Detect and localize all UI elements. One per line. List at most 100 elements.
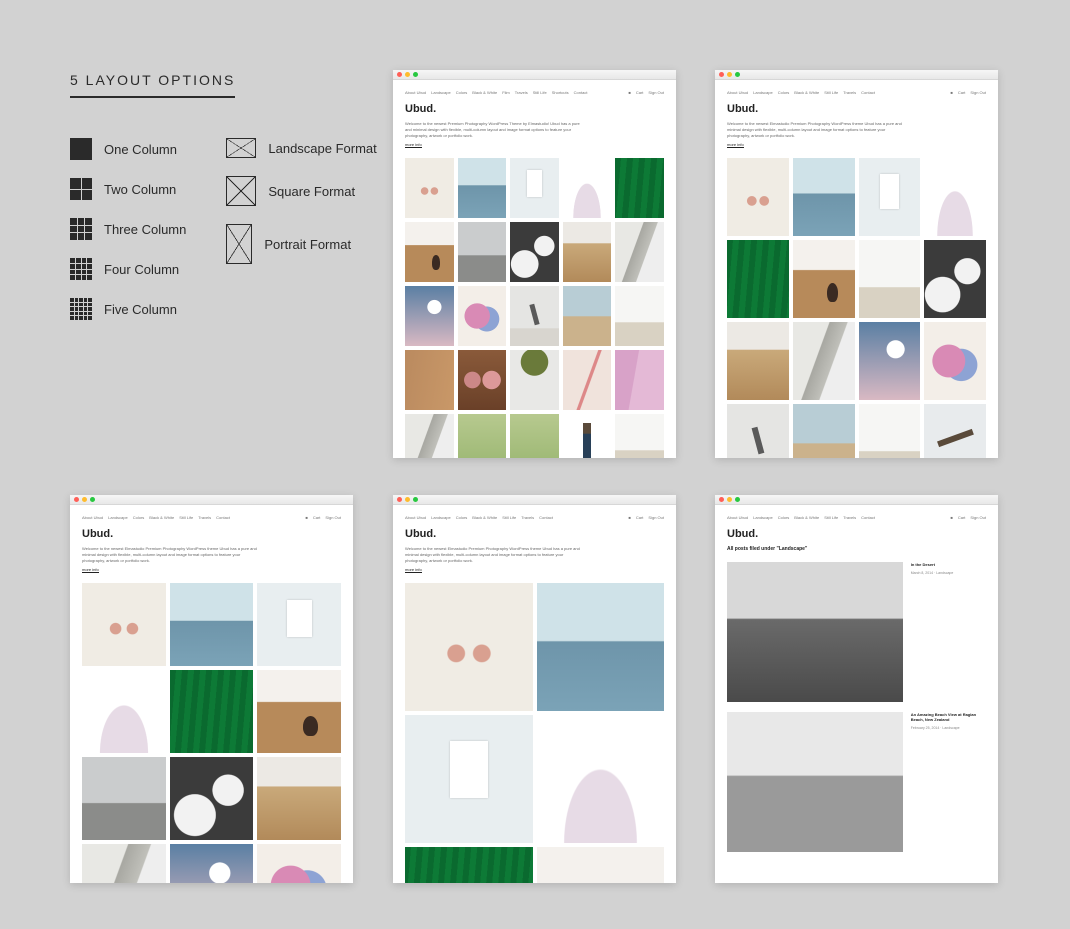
legend-one-column: One Column xyxy=(70,138,186,160)
thumbnail[interactable] xyxy=(859,158,921,236)
site-nav[interactable]: About UbudLandscapeColorsBlack & WhiteSt… xyxy=(405,515,553,520)
thumbnail[interactable] xyxy=(405,350,454,410)
thumbnail[interactable] xyxy=(458,286,507,346)
thumbnail[interactable] xyxy=(537,847,665,883)
thumbnail[interactable] xyxy=(615,222,664,282)
thumbnail[interactable] xyxy=(82,844,166,883)
thumbnail[interactable] xyxy=(170,844,254,883)
thumbnail[interactable] xyxy=(257,670,341,753)
thumbnail[interactable] xyxy=(405,414,454,458)
post-image[interactable] xyxy=(727,712,903,852)
window-chrome xyxy=(70,495,353,505)
window-chrome xyxy=(393,495,676,505)
thumbnail[interactable] xyxy=(170,757,254,840)
thumbnail[interactable] xyxy=(727,404,789,458)
thumbnail[interactable] xyxy=(170,583,254,666)
thumbnail[interactable] xyxy=(82,583,166,666)
site-actions[interactable]: ■ CartSign Out xyxy=(950,90,986,95)
thumbnail[interactable] xyxy=(170,670,254,753)
thumbnail[interactable] xyxy=(615,414,664,458)
intro-text: Welcome to the newest Premium Photograph… xyxy=(405,121,586,139)
legend-portrait: Portrait Format xyxy=(226,224,376,264)
post-meta: March 8, 2014 · Landscape xyxy=(911,571,986,575)
thumbnail[interactable] xyxy=(615,286,664,346)
thumbnail[interactable] xyxy=(859,322,921,400)
preview-one-column: About UbudLandscapeColorsBlack & WhiteSt… xyxy=(715,495,998,883)
thumbnail[interactable] xyxy=(727,158,789,236)
thumbnail[interactable] xyxy=(859,240,921,318)
thumbnail[interactable] xyxy=(405,847,533,883)
thumbnail[interactable] xyxy=(510,158,559,218)
four-column-icon xyxy=(70,258,92,280)
legend-two-column: Two Column xyxy=(70,178,186,200)
thumbnail[interactable] xyxy=(793,404,855,458)
site-actions[interactable]: ■ CartSign Out xyxy=(628,90,664,95)
thumbnail[interactable] xyxy=(405,222,454,282)
site-actions[interactable]: ■ CartSign Out xyxy=(305,515,341,520)
five-column-icon xyxy=(70,298,92,320)
thumbnail[interactable] xyxy=(537,715,665,843)
thumbnail[interactable] xyxy=(510,286,559,346)
post-meta: February 25, 2014 · Landscape xyxy=(911,726,986,730)
window-chrome xyxy=(393,70,676,80)
more-link[interactable]: more info xyxy=(82,567,99,573)
thumbnail[interactable] xyxy=(405,715,533,843)
thumbnail[interactable] xyxy=(405,158,454,218)
thumbnail[interactable] xyxy=(510,222,559,282)
more-link[interactable]: more info xyxy=(727,142,744,148)
legend-five-column: Five Column xyxy=(70,298,186,320)
thumbnail[interactable] xyxy=(510,414,559,458)
site-nav[interactable]: About UbudLandscapeColorsBlack & WhiteSt… xyxy=(727,90,875,95)
thumbnail[interactable] xyxy=(458,350,507,410)
thumbnail[interactable] xyxy=(257,757,341,840)
layout-legend: 5 LAYOUT OPTIONS One Column Two Column T… xyxy=(70,72,377,320)
site-nav[interactable]: About UbudLandscapeColorsBlack & WhiteSt… xyxy=(82,515,230,520)
thumbnail[interactable] xyxy=(458,158,507,218)
thumbnail[interactable] xyxy=(537,583,665,711)
thumbnail[interactable] xyxy=(615,350,664,410)
more-link[interactable]: more info xyxy=(405,142,422,148)
post-item[interactable]: An Amazing Beach View at Raglan Beach, N… xyxy=(727,712,986,852)
thumbnail[interactable] xyxy=(82,670,166,753)
thumbnail[interactable] xyxy=(924,404,986,458)
legend-square: Square Format xyxy=(226,176,376,206)
thumbnail[interactable] xyxy=(563,222,612,282)
site-actions[interactable]: ■ CartSign Out xyxy=(950,515,986,520)
thumbnail[interactable] xyxy=(793,240,855,318)
thumbnail[interactable] xyxy=(615,158,664,218)
thumbnail[interactable] xyxy=(793,322,855,400)
site-nav[interactable]: About UbudLandscapeColorsBlack & WhiteFi… xyxy=(405,90,587,95)
thumbnail[interactable] xyxy=(563,158,612,218)
thumbnail[interactable] xyxy=(257,583,341,666)
thumbnail[interactable] xyxy=(859,404,921,458)
thumbnail[interactable] xyxy=(924,158,986,236)
thumbnail[interactable] xyxy=(563,414,612,458)
two-column-icon xyxy=(70,178,92,200)
thumbnail[interactable] xyxy=(257,844,341,883)
post-image[interactable] xyxy=(727,562,903,702)
site-title: Ubud. xyxy=(727,103,986,115)
thumbnail[interactable] xyxy=(793,158,855,236)
portrait-icon xyxy=(226,224,252,264)
thumbnail[interactable] xyxy=(924,322,986,400)
thumbnail[interactable] xyxy=(727,322,789,400)
post-item[interactable]: In the Desert March 8, 2014 · Landscape xyxy=(727,562,986,702)
thumbnail[interactable] xyxy=(727,240,789,318)
intro-text: Welcome to the newest Elmastudio Premium… xyxy=(82,546,263,564)
thumbnail[interactable] xyxy=(563,286,612,346)
post-title[interactable]: An Amazing Beach View at Raglan Beach, N… xyxy=(911,712,986,722)
thumbnail[interactable] xyxy=(405,583,533,711)
gallery-grid xyxy=(405,158,664,458)
thumbnail[interactable] xyxy=(924,240,986,318)
more-link[interactable]: more info xyxy=(405,567,422,573)
thumbnail[interactable] xyxy=(405,286,454,346)
thumbnail[interactable] xyxy=(82,757,166,840)
thumbnail[interactable] xyxy=(458,414,507,458)
thumbnail[interactable] xyxy=(458,222,507,282)
post-title[interactable]: In the Desert xyxy=(911,562,986,567)
thumbnail[interactable] xyxy=(510,350,559,410)
preview-two-column: About UbudLandscapeColorsBlack & WhiteSt… xyxy=(393,495,676,883)
site-actions[interactable]: ■ CartSign Out xyxy=(628,515,664,520)
site-nav[interactable]: About UbudLandscapeColorsBlack & WhiteSt… xyxy=(727,515,875,520)
thumbnail[interactable] xyxy=(563,350,612,410)
